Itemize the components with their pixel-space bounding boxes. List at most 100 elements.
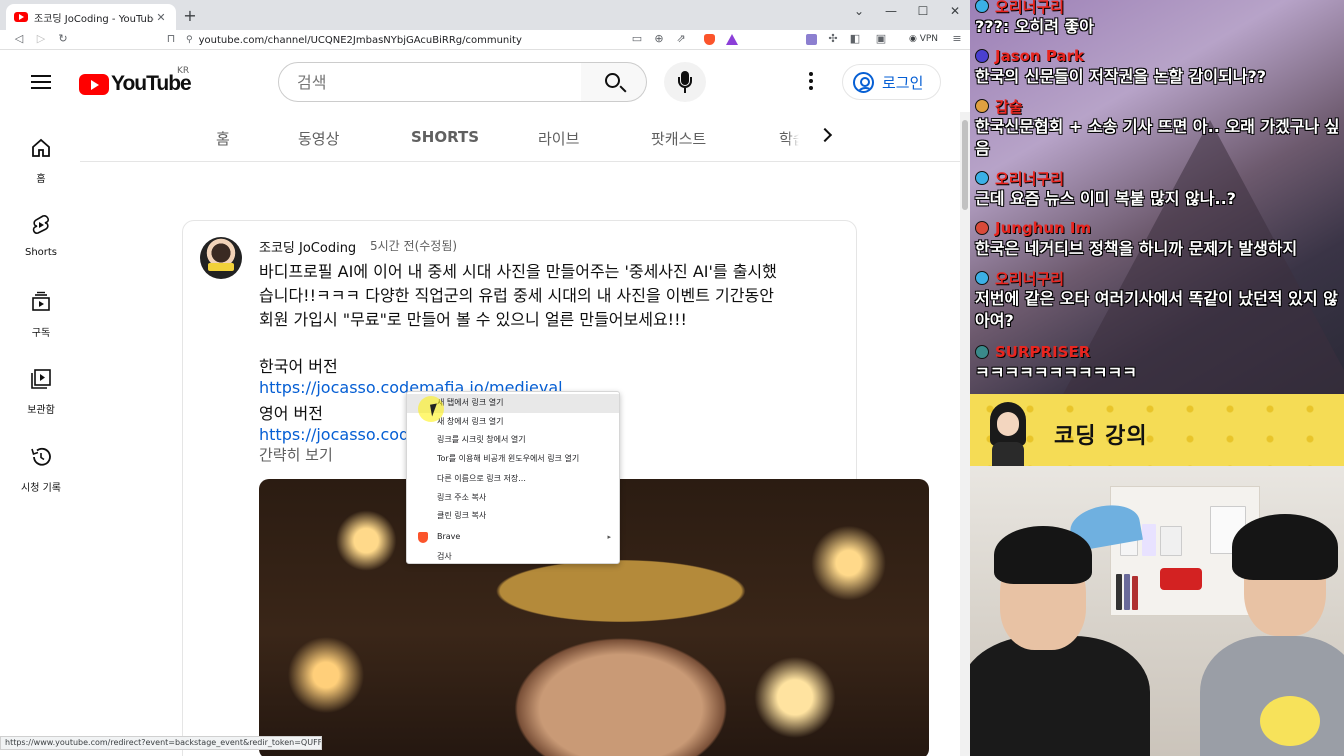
webcam-feed — [970, 466, 1344, 756]
sidebar-icon[interactable]: ◧ — [848, 32, 862, 45]
chat-message: 오리너구리 ???: 오히려 좋아 — [975, 0, 1341, 38]
shirt-print — [1260, 696, 1320, 746]
maximize-button[interactable]: ☐ — [914, 4, 932, 18]
zoom-icon[interactable]: ⊕ — [652, 32, 666, 45]
chat-text: 한국은 네거티브 정책을 하니까 문제가 발생하지 — [975, 239, 1298, 258]
mascot-character — [986, 402, 1030, 466]
minimize-button[interactable]: — — [882, 4, 900, 18]
ctx-copy-link[interactable]: 링크 주소 복사 — [407, 489, 619, 508]
search-input[interactable] — [297, 72, 547, 92]
chat-badge-icon — [975, 345, 989, 359]
chat-text: ???: 오히려 좋아 — [975, 17, 1094, 36]
shorts-icon — [32, 215, 50, 234]
book — [1116, 574, 1122, 610]
read-less-button[interactable]: 간략히 보기 — [259, 444, 333, 465]
channel-tab-learning[interactable]: 학습 — [779, 128, 799, 149]
guide-label: 구독 — [31, 328, 51, 339]
settings-more-icon[interactable] — [804, 72, 818, 92]
share-icon[interactable]: ⇗ — [674, 32, 688, 45]
login-label: 로그인 — [882, 73, 924, 92]
book — [1160, 526, 1182, 556]
browser-tab[interactable]: 조코딩 JoCoding - YouTube ✕ — [6, 4, 176, 30]
ctx-copy-clean-link[interactable]: 클린 링크 복사 — [407, 507, 619, 526]
channel-tab-videos[interactable]: 동영상 — [298, 128, 339, 149]
back-icon[interactable]: ◁ — [12, 32, 26, 45]
chat-text: 근데 요즘 뉴스 이미 복붙 많지 않나..? — [975, 189, 1236, 208]
channel-avatar[interactable] — [200, 237, 242, 279]
ctx-inspect[interactable]: 검사 — [407, 548, 619, 567]
search-button[interactable] — [581, 62, 647, 102]
chat-text: 저번에 같은 오타 여러기사에서 똑같이 났던적 있지 않아여? — [975, 289, 1338, 330]
guide-label: Shorts — [24, 247, 58, 258]
vpn-button[interactable]: ◉ VPN — [906, 34, 941, 44]
chat-text: 한국신문협회 + 소송 기사 뜨면 아.. 오래 가겠구나 싶음 — [975, 117, 1340, 158]
chevron-right-icon[interactable] — [817, 127, 833, 143]
chat-message: Junghun Im 한국은 네거티브 정책을 하니까 문제가 발생하지 — [975, 218, 1341, 260]
guide-item-library[interactable]: 보관함 — [0, 367, 82, 416]
post-body: 바디프로필 AI에 이어 내 중세 시대 사진을 만들어주는 '중세사진 AI'… — [259, 260, 839, 332]
banner-title: 코딩 강의 — [1054, 424, 1148, 449]
post-body-line: 습니다!!ㅋㅋㅋ 다양한 직업군의 유럽 중세 시대의 내 사진을 이벤트 기간… — [259, 286, 774, 305]
brave-shields-icon[interactable] — [704, 34, 715, 45]
post-author[interactable]: 조코딩 JoCoding — [259, 237, 356, 256]
page-scrollbar[interactable] — [960, 112, 970, 756]
cast-icon[interactable]: ▭ — [630, 32, 644, 45]
guide-item-shorts[interactable]: Shorts — [0, 213, 82, 258]
guide-item-subscriptions[interactable]: 구독 — [0, 290, 82, 339]
chat-username: Junghun Im — [995, 219, 1092, 237]
chat-text: 한국의 신문들이 저작권을 논할 감이되나?? — [975, 67, 1267, 86]
chat-message: 오리너구리 근데 요즘 뉴스 이미 복붙 많지 않나..? — [975, 168, 1341, 210]
tab-close-icon[interactable]: ✕ — [154, 11, 168, 24]
post-time[interactable]: 5시간 전(수정됨) — [370, 237, 457, 254]
forward-icon[interactable]: ▷ — [34, 32, 48, 45]
chat-badge-icon — [975, 99, 989, 113]
channel-tab-shorts[interactable]: SHORTS — [411, 128, 479, 146]
reload-icon[interactable]: ↻ — [56, 32, 70, 45]
ctx-save-link-as[interactable]: 다른 이름으로 링크 저장... — [407, 470, 619, 489]
tab-bar: 조코딩 JoCoding - YouTube ✕ + ⌄ — ☐ ✕ — [0, 0, 970, 30]
search-icon — [605, 73, 620, 88]
region-code: KR — [177, 66, 190, 76]
post-body-line: 회원 가입시 "무료"로 만들어 볼 수 있으니 얼른 만들어보세요!!! — [259, 310, 687, 329]
guide-label: 보관함 — [27, 405, 55, 416]
tab-search-icon[interactable]: ⌄ — [850, 4, 868, 18]
extension-icon[interactable] — [806, 34, 817, 45]
tab-title: 조코딩 JoCoding - YouTube — [34, 13, 154, 25]
youtube-logo[interactable]: YouTube KR — [79, 66, 192, 96]
channel-tab-live[interactable]: 라이브 — [538, 128, 579, 149]
bookmark-icon[interactable]: ⊓ — [164, 32, 178, 45]
voice-search-button[interactable] — [664, 62, 706, 102]
youtube-favicon-icon — [14, 12, 28, 22]
book — [1132, 576, 1138, 610]
book — [1124, 574, 1130, 610]
youtube-header: YouTube KR 로그인 — [0, 50, 970, 112]
site-info-icon[interactable]: ⚲ — [186, 35, 193, 45]
new-tab-button[interactable]: + — [182, 6, 198, 25]
chat-username: 오리너구리 — [995, 169, 1065, 188]
guide-label: 시청 기록 — [21, 483, 61, 494]
extensions-puzzle-icon[interactable]: ✣ — [826, 32, 840, 45]
close-window-button[interactable]: ✕ — [946, 4, 964, 18]
ctx-open-tor[interactable]: Tor를 이용해 비공개 윈도우에서 링크 열기 — [407, 450, 619, 469]
channel-tab-podcasts[interactable]: 팟캐스트 — [651, 128, 706, 149]
ctx-brave[interactable]: Brave ▸ — [407, 528, 619, 547]
submenu-arrow-icon: ▸ — [607, 532, 611, 541]
chat-badge-icon — [975, 171, 989, 185]
guide-item-home[interactable]: 홈 — [0, 136, 82, 185]
chat-badge-icon — [975, 0, 989, 13]
ctx-open-incognito[interactable]: 링크를 시크릿 창에서 열기 — [407, 431, 619, 450]
browser-menu-icon[interactable]: ≡ — [950, 32, 964, 45]
search-box[interactable] — [278, 62, 582, 102]
user-icon — [853, 71, 874, 93]
channel-tab-home[interactable]: 홈 — [216, 128, 230, 149]
guide-menu-icon[interactable] — [31, 75, 51, 89]
chat-username: 오리너구리 — [995, 0, 1065, 16]
browser-window: 조코딩 JoCoding - YouTube ✕ + ⌄ — ☐ ✕ ◁ ▷ ↻… — [0, 0, 970, 756]
korean-version-label: 한국어 버전 — [259, 357, 338, 376]
login-button[interactable]: 로그인 — [842, 64, 941, 100]
chat-badge-icon — [975, 49, 989, 63]
brave-rewards-icon[interactable] — [726, 34, 738, 45]
wallet-icon[interactable]: ▣ — [874, 32, 888, 45]
guide-item-history[interactable]: 시청 기록 — [0, 445, 82, 494]
scrollbar-thumb[interactable] — [962, 120, 968, 210]
